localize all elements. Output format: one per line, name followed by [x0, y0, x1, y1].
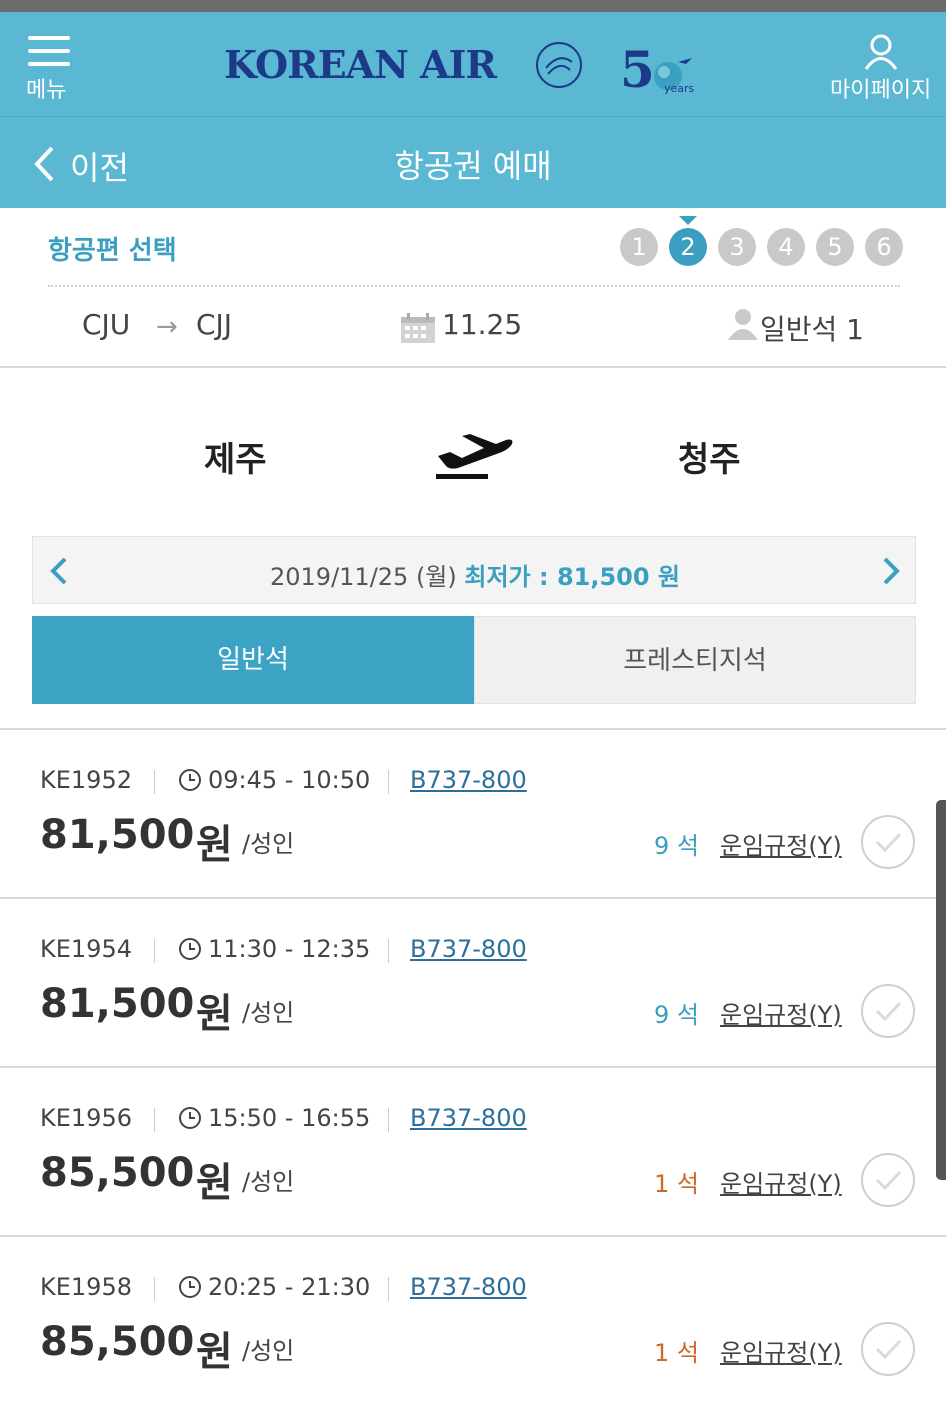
step-5: 5 — [816, 228, 854, 266]
status-bar — [0, 0, 946, 12]
cabin-tabs: 일반석 프레스티지석 — [32, 616, 916, 704]
fare-per: /성인 — [242, 830, 295, 858]
fare-price: 81,500 — [40, 981, 195, 1027]
step-pointer-icon — [679, 216, 697, 225]
booking-steps-panel: 항공편 선택 1 2 3 4 5 6 CJU → CJJ 11.25 일반석 1 — [0, 208, 946, 368]
step-6: 6 — [865, 228, 903, 266]
divider — [388, 939, 389, 963]
flight-number: KE1954 — [40, 935, 132, 963]
seats-left: 9 석 — [654, 1001, 699, 1029]
select-check-icon[interactable] — [860, 814, 916, 870]
flight-number: KE1958 — [40, 1273, 132, 1301]
aircraft-link[interactable]: B737-800 — [410, 1273, 527, 1301]
select-check-icon[interactable] — [860, 983, 916, 1039]
fare-rule-link[interactable]: 운임규정(Y) — [720, 995, 842, 1030]
arrow-right-icon: → — [156, 312, 178, 342]
fifty-years-logo: 5 years — [620, 40, 700, 104]
fare-per: /성인 — [242, 999, 295, 1027]
travel-date: 11.25 — [442, 308, 523, 341]
fifty-years-label: years — [664, 82, 695, 95]
date-selector: 2019/11/25 (월) 최저가 : 81,500 원 — [32, 536, 916, 604]
divider — [48, 285, 900, 287]
selected-date: 2019/11/25 (월) — [269, 563, 457, 591]
select-check-icon[interactable] — [860, 1152, 916, 1208]
clock-icon — [179, 938, 201, 960]
flight-row[interactable]: KE1954 11:30 - 12:35 B737-800 81,500 원 /… — [0, 897, 946, 1066]
tab-economy[interactable]: 일반석 — [32, 616, 474, 704]
divider — [154, 1108, 155, 1132]
tab-prestige[interactable]: 프레스티지석 — [474, 616, 916, 704]
currency-unit: 원 — [196, 822, 233, 868]
seats-left: 1 석 — [654, 1170, 699, 1198]
step-indicator: 1 2 3 4 5 6 — [620, 216, 910, 268]
divider — [154, 1277, 155, 1301]
flight-number: KE1956 — [40, 1104, 132, 1132]
city-from: 제주 — [204, 440, 267, 480]
date-summary: 2019/11/25 (월) 최저가 : 81,500 원 — [33, 557, 917, 592]
clock-icon — [179, 769, 201, 791]
flight-row[interactable]: KE1958 20:25 - 21:30 B737-800 85,500 원 /… — [0, 1235, 946, 1404]
mypage-label: 마이페이지 — [830, 78, 932, 103]
seats-left: 9 석 — [654, 832, 699, 860]
flight-time: 20:25 - 21:30 — [208, 1273, 371, 1301]
fare-per: /성인 — [242, 1168, 295, 1196]
fare-price: 81,500 — [40, 812, 195, 858]
route-cities: 제주 청주 — [0, 370, 946, 530]
chevron-right-icon[interactable] — [875, 553, 905, 589]
step-1: 1 — [620, 228, 658, 266]
mypage-button[interactable]: 마이페이지 — [824, 32, 936, 108]
sub-header: 이전 항공권 예매 — [0, 116, 946, 208]
logo-text: KOREAN AIR — [224, 42, 497, 87]
clock-icon — [179, 1107, 201, 1129]
select-check-icon[interactable] — [860, 1321, 916, 1377]
seats-left: 1 석 — [654, 1339, 699, 1367]
flight-number: KE1952 — [40, 766, 132, 794]
user-icon — [864, 34, 898, 70]
menu-label: 메뉴 — [26, 78, 67, 103]
flight-time: 09:45 - 10:50 — [208, 766, 371, 794]
aircraft-link[interactable]: B737-800 — [410, 1104, 527, 1132]
passenger-icon — [728, 309, 758, 340]
divider — [154, 939, 155, 963]
city-to: 청주 — [678, 440, 741, 480]
flight-time: 15:50 - 16:55 — [208, 1104, 371, 1132]
skyteam-icon — [536, 42, 582, 88]
route-from: CJU — [82, 308, 131, 341]
calendar-icon — [401, 313, 435, 343]
flight-row[interactable]: KE1956 15:50 - 16:55 B737-800 85,500 원 /… — [0, 1066, 946, 1235]
route-to: CJJ — [196, 308, 233, 341]
fare-rule-link[interactable]: 운임규정(Y) — [720, 826, 842, 861]
currency-unit: 원 — [196, 1329, 233, 1375]
step-3: 3 — [718, 228, 756, 266]
fare-rule-link[interactable]: 운임규정(Y) — [720, 1333, 842, 1368]
flight-row[interactable]: KE1952 09:45 - 10:50 B737-800 81,500 원 /… — [0, 728, 946, 897]
divider — [388, 1277, 389, 1301]
currency-unit: 원 — [196, 1160, 233, 1206]
step-2: 2 — [669, 228, 707, 266]
clock-icon — [179, 1276, 201, 1298]
top-header: 메뉴 KOREAN AIR 5 years 마이페이지 — [0, 12, 946, 116]
divider — [388, 1108, 389, 1132]
flight-time: 11:30 - 12:35 — [208, 935, 371, 963]
aircraft-link[interactable]: B737-800 — [410, 766, 527, 794]
scrollbar[interactable] — [936, 800, 946, 1180]
divider — [154, 770, 155, 794]
aircraft-link[interactable]: B737-800 — [410, 935, 527, 963]
korean-air-logo[interactable]: KOREAN AIR — [224, 42, 584, 92]
step-title: 항공편 선택 — [48, 236, 177, 266]
menu-button[interactable]: 메뉴 — [22, 32, 82, 108]
step-4: 4 — [767, 228, 805, 266]
currency-unit: 원 — [196, 991, 233, 1037]
passenger-count: 일반석 1 — [760, 313, 864, 346]
hamburger-icon — [28, 36, 70, 68]
fare-price: 85,500 — [40, 1319, 195, 1365]
divider — [388, 770, 389, 794]
fare-rule-link[interactable]: 운임규정(Y) — [720, 1164, 842, 1199]
fare-per: /성인 — [242, 1337, 295, 1365]
lowest-price: 최저가 : 81,500 원 — [464, 563, 680, 591]
plane-takeoff-icon — [436, 434, 513, 479]
fare-price: 85,500 — [40, 1150, 195, 1196]
page-title: 항공권 예매 — [394, 147, 552, 185]
